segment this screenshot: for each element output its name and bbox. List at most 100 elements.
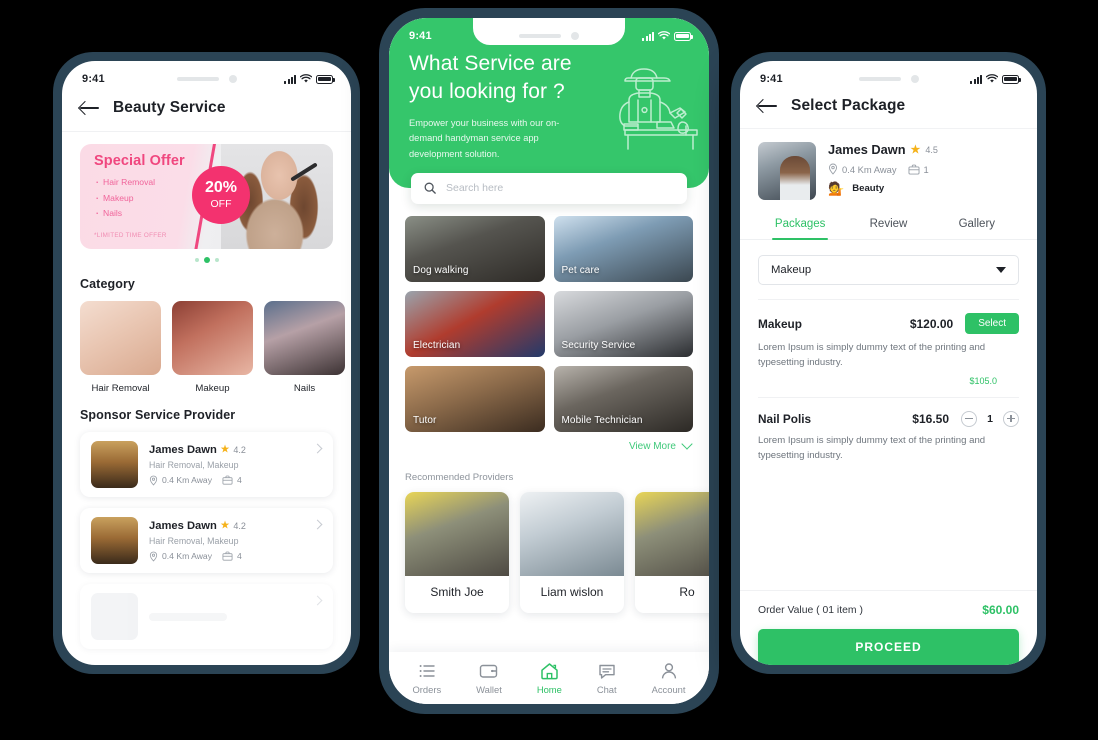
select-button[interactable]: Select (965, 313, 1019, 334)
category-thumbnail (264, 301, 345, 375)
provider-card[interactable]: James Dawn ★ 4.2 Hair Removal, Makeup 0.… (80, 432, 333, 497)
tab-label: Gallery (958, 218, 996, 230)
packages-body: Makeup Makeup $120.00 Select Lorem Ipsum… (740, 240, 1037, 590)
tab-label: Orders (412, 683, 442, 695)
package-dropdown[interactable]: Makeup (758, 255, 1019, 285)
provider-card-partial[interactable] (80, 584, 333, 649)
service-card-pet-care[interactable]: Pet care (553, 215, 693, 282)
recommended-card[interactable]: Smith Joe (405, 491, 509, 613)
beauty-emoji-icon: 💁 (828, 181, 845, 196)
hero-section: 9:41 What Service are you looking for ? (389, 18, 709, 204)
tab-home[interactable]: Home (537, 662, 562, 695)
profile-jobs-group: 1 (908, 164, 929, 175)
carousel-dot[interactable] (214, 258, 219, 262)
profile-distance-group: 0.4 Km Away (828, 163, 897, 175)
status-icons (642, 31, 693, 41)
recommended-card[interactable]: Liam wislon (520, 491, 624, 613)
carousel-dot-active[interactable] (203, 257, 210, 263)
category-item-hair-removal[interactable]: Hair Removal (80, 301, 161, 394)
provider-jobs-group: 4 (222, 551, 242, 561)
category-item-nails[interactable]: Nails (264, 301, 345, 394)
search-input[interactable] (446, 182, 674, 195)
provider-rating: 4.2 (233, 444, 246, 455)
category-item-makeup[interactable]: Makeup (172, 301, 253, 394)
special-offer-banner[interactable]: Special Offer Hair Removal Makeup Nails … (80, 144, 333, 249)
tab-gallery[interactable]: Gallery (933, 211, 1021, 239)
speaker-bar (519, 33, 561, 39)
decrease-quantity-button[interactable] (961, 410, 977, 427)
provider-services: Hair Removal, Makeup (149, 535, 239, 546)
recommended-providers-row[interactable]: Smith Joe Liam wislon Ro (405, 491, 709, 613)
tab-packages[interactable]: Packages (756, 211, 844, 241)
tab-orders[interactable]: Orders (412, 662, 441, 695)
profile-tabs: Packages Review Gallery (740, 211, 1037, 241)
signal-icon (642, 31, 654, 41)
package-price: $16.50 (912, 411, 949, 426)
service-label: Security Service (561, 339, 636, 351)
package-description: Lorem Ipsum is simply dummy text of the … (758, 342, 986, 368)
page-title: Select Package (791, 97, 906, 114)
package-name: Nail Polis (758, 411, 812, 426)
proceed-button[interactable]: PROCEED (758, 629, 1019, 665)
offer-fine-print: *LIMITED TIME OFFER (94, 232, 167, 239)
package-name: Makeup (758, 316, 802, 331)
package-description: Lorem Ipsum is simply dummy text of the … (758, 434, 986, 461)
profile-name-row: James Dawn ★ 4.5 (828, 142, 938, 157)
wifi-icon (658, 31, 670, 40)
provider-distance: 0.4 Km Away (162, 475, 212, 485)
package-row-nail-polis: Nail Polis $16.50 1 Lorem Ipsum is simpl… (758, 396, 1019, 475)
chevron-right-icon[interactable] (312, 595, 323, 606)
search-icon (424, 182, 436, 194)
phone-mid-frame: 9:41 What Service are you looking for ? (379, 8, 719, 714)
search-bar[interactable] (411, 172, 687, 204)
screenshot-stage: 9:41 Beauty Service Special Offer · Hair… (0, 0, 1098, 740)
discount-off-label: OFF (210, 198, 232, 211)
tab-wallet[interactable]: Wallet (476, 662, 502, 695)
provider-jobs-group: 4 (222, 475, 242, 485)
provider-distance: 0.4 Km Away (162, 551, 212, 561)
provider-card[interactable]: James Dawn ★ 4.2 Hair Removal, Makeup 0.… (80, 508, 333, 573)
carousel-dot[interactable] (194, 258, 199, 262)
camera-dot (910, 75, 919, 83)
location-pin-icon (828, 163, 838, 175)
tab-account[interactable]: Account (651, 662, 686, 695)
recommended-photo (405, 491, 509, 576)
provider-meta: 0.4 Km Away 4 (149, 551, 246, 562)
tab-chat[interactable]: Chat (597, 662, 617, 695)
service-grid: Dog walking Pet care Electrician Securit… (405, 215, 693, 432)
home-icon (541, 662, 558, 679)
view-more-button[interactable]: View More (405, 438, 693, 452)
package-header: Nail Polis $16.50 1 (758, 410, 1019, 427)
recommended-name: Ro (679, 584, 695, 599)
service-card-tutor[interactable]: Tutor (405, 365, 545, 432)
arrow-left-icon[interactable] (80, 100, 100, 116)
category-label: Hair Removal (91, 383, 150, 394)
placeholder-line (149, 612, 227, 621)
chevron-right-icon[interactable] (312, 443, 323, 454)
recommended-card[interactable]: Ro (635, 491, 709, 613)
quantity-stepper[interactable]: 1 (961, 410, 1019, 427)
tab-review[interactable]: Review (844, 211, 932, 239)
arrow-left-icon[interactable] (758, 98, 778, 114)
category-section-title: Category (80, 277, 135, 291)
phone-left-screen: 9:41 Beauty Service Special Offer · Hair… (62, 61, 351, 665)
offer-item: Nails (94, 205, 185, 220)
service-card-dog-walking[interactable]: Dog walking (405, 215, 545, 282)
phone-right-frame: 9:41 Select Package James Dawn ★ 4.5 0.4… (731, 52, 1046, 674)
home-page: 9:41 What Service are you looking for ? (389, 18, 709, 704)
provider-avatar (91, 441, 138, 488)
provider-name-row: James Dawn ★ 4.2 (149, 520, 246, 532)
tab-label: Account (651, 683, 686, 695)
speaker-bar (176, 76, 219, 82)
profile-distance: 0.4 Km Away (842, 163, 897, 175)
provider-avatar (91, 517, 138, 564)
service-card-security-service[interactable]: Security Service (553, 290, 693, 357)
mid-scroll-body: Dog walking Pet care Electrician Securit… (389, 188, 709, 704)
increase-quantity-button[interactable] (1003, 410, 1019, 427)
phone-right-screen: 9:41 Select Package James Dawn ★ 4.5 0.4… (740, 61, 1037, 665)
service-card-electrician[interactable]: Electrician (405, 290, 545, 357)
service-card-mobile-technician[interactable]: Mobile Technician (553, 365, 693, 432)
chevron-right-icon[interactable] (312, 519, 323, 530)
carousel-dots[interactable] (80, 257, 333, 263)
star-icon: ★ (220, 520, 230, 531)
